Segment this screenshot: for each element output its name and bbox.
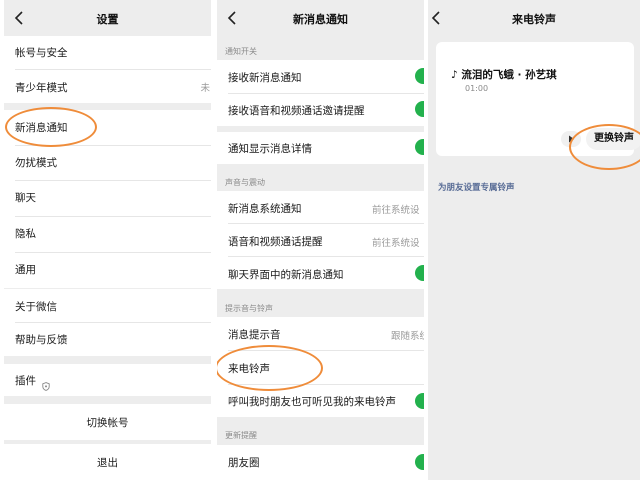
settings-item-label: 聊天 bbox=[15, 192, 36, 204]
switch-account-button[interactable]: 切换帐号 bbox=[4, 415, 211, 430]
updates-group: 朋友圈 bbox=[217, 445, 424, 480]
call-reminder-value: 前往系统设 bbox=[372, 238, 420, 249]
settings-group-about: 关于微信 帮助与反馈 bbox=[4, 289, 211, 356]
row-label: 语音和视频通话提醒 bbox=[228, 236, 323, 248]
message-detail-group: 通知显示消息详情 bbox=[217, 132, 424, 164]
section-label-notification-switch: 通知开关 bbox=[225, 47, 257, 56]
set-friend-ringtone-link[interactable]: 为朋友设置专属铃声 bbox=[438, 181, 515, 193]
ringtone-song-name: ♪ 流泪的飞蛾 · 孙艺琪 bbox=[451, 69, 557, 81]
settings-item-label: 新消息通知 bbox=[15, 122, 68, 134]
chat-in-app-notification-row: 聊天界面中的新消息通知 bbox=[217, 257, 424, 289]
show-message-detail-row: 通知显示消息详情 bbox=[217, 132, 424, 164]
section-label-updates: 更新提醒 bbox=[225, 431, 257, 440]
play-icon bbox=[569, 135, 574, 143]
message-tone-row[interactable]: 消息提示音 跟随系统 bbox=[217, 317, 424, 350]
ringtone-duration: 01:00 bbox=[465, 84, 489, 93]
play-button[interactable] bbox=[561, 131, 581, 147]
ringtone-screen: 来电铃声 ♪ 流泪的飞蛾 · 孙艺琪 01:00 更换铃声 为朋友设置专属铃声 bbox=[428, 0, 640, 480]
row-label: 消息提示音 bbox=[228, 329, 281, 341]
row-label: 接收新消息通知 bbox=[228, 72, 302, 84]
settings-item-general[interactable]: 通用 bbox=[4, 253, 211, 288]
teen-mode-status: 未 bbox=[200, 83, 210, 94]
row-label: 通知显示消息详情 bbox=[228, 143, 312, 155]
row-label: 朋友圈 bbox=[228, 457, 260, 469]
row-label: 接收语音和视频通话邀请提醒 bbox=[228, 105, 365, 117]
settings-item-do-not-disturb[interactable]: 勿扰模式 bbox=[4, 146, 211, 180]
notification-settings-screen: 新消息通知 通知开关 接收新消息通知 接收语音和视频通话邀请提醒 通知显示消息详… bbox=[217, 0, 424, 480]
settings-item-new-message-notification[interactable]: 新消息通知 bbox=[4, 110, 211, 145]
receive-new-message-toggle[interactable] bbox=[415, 68, 424, 84]
settings-group-main: 新消息通知 勿扰模式 聊天 隐私 通用 bbox=[4, 110, 211, 288]
settings-item-teen-mode[interactable]: 青少年模式 未 bbox=[4, 70, 211, 103]
call-reminder-row[interactable]: 语音和视频通话提醒 前往系统设 bbox=[217, 224, 424, 256]
friends-hear-ringtone-row: 呼叫我时朋友也可听见我的来电铃声 bbox=[217, 385, 424, 417]
notification-switch-group: 接收新消息通知 接收语音和视频通话邀请提醒 bbox=[217, 60, 424, 126]
row-label: 新消息系统通知 bbox=[228, 203, 302, 215]
shield-icon bbox=[42, 376, 50, 395]
settings-item-account-security[interactable]: 帐号与安全 bbox=[4, 36, 211, 69]
sound-vibration-group: 新消息系统通知 前往系统设 语音和视频通话提醒 前往系统设 聊天界面中的新消息通… bbox=[217, 191, 424, 289]
switch-account-group: 切换帐号 bbox=[4, 404, 211, 440]
settings-item-label: 勿扰模式 bbox=[15, 157, 57, 169]
settings-item-label: 关于微信 bbox=[15, 301, 57, 313]
call-invite-reminder-toggle[interactable] bbox=[415, 101, 424, 117]
system-notification-value: 前往系统设 bbox=[372, 205, 420, 216]
moments-row: 朋友圈 bbox=[217, 445, 424, 480]
section-label-tones-ringtones: 提示音与铃声 bbox=[225, 304, 273, 313]
section-label-sound-vibration: 声音与震动 bbox=[225, 178, 265, 187]
settings-group-plugins: 插件 bbox=[4, 364, 211, 396]
row-label: 聊天界面中的新消息通知 bbox=[228, 269, 344, 281]
settings-item-chat[interactable]: 聊天 bbox=[4, 181, 211, 216]
current-ringtone-card: ♪ 流泪的飞蛾 · 孙艺琪 01:00 更换铃声 bbox=[436, 42, 640, 156]
logout-group: 退出 bbox=[4, 444, 211, 480]
settings-item-label: 隐私 bbox=[15, 228, 36, 240]
settings-item-label: 插件 bbox=[15, 375, 36, 387]
page-title: 来电铃声 bbox=[512, 13, 556, 26]
settings-item-label: 青少年模式 bbox=[15, 82, 68, 94]
settings-item-privacy[interactable]: 隐私 bbox=[4, 217, 211, 252]
logout-button[interactable]: 退出 bbox=[4, 455, 211, 470]
settings-item-about-wechat[interactable]: 关于微信 bbox=[4, 289, 211, 322]
system-notification-row[interactable]: 新消息系统通知 前往系统设 bbox=[217, 191, 424, 223]
page-title: 设置 bbox=[96, 13, 119, 26]
tones-ringtones-group: 消息提示音 跟随系统 来电铃声 呼叫我时朋友也可听见我的来电铃声 bbox=[217, 317, 424, 417]
show-message-detail-toggle[interactable] bbox=[415, 139, 424, 155]
ringtone-navbar: 来电铃声 bbox=[428, 0, 640, 38]
message-tone-value: 跟随系统 bbox=[391, 331, 424, 342]
page-title: 新消息通知 bbox=[293, 13, 348, 26]
settings-item-help-feedback[interactable]: 帮助与反馈 bbox=[4, 323, 211, 356]
chat-in-app-notification-toggle[interactable] bbox=[415, 265, 424, 281]
notification-navbar: 新消息通知 bbox=[217, 0, 424, 38]
change-ringtone-button[interactable]: 更换铃声 bbox=[586, 128, 640, 150]
row-label: 呼叫我时朋友也可听见我的来电铃声 bbox=[228, 396, 396, 408]
call-invite-reminder-row: 接收语音和视频通话邀请提醒 bbox=[217, 94, 424, 126]
settings-item-plugins[interactable]: 插件 bbox=[4, 364, 211, 396]
receive-new-message-row: 接收新消息通知 bbox=[217, 60, 424, 93]
incoming-call-ringtone-row[interactable]: 来电铃声 bbox=[217, 351, 424, 384]
settings-group-account: 帐号与安全 青少年模式 未 bbox=[4, 36, 211, 103]
settings-navbar: 设置 bbox=[4, 0, 211, 38]
settings-item-label: 通用 bbox=[15, 264, 36, 276]
settings-item-label: 帐号与安全 bbox=[15, 47, 68, 59]
row-label: 来电铃声 bbox=[228, 363, 270, 375]
settings-item-label: 帮助与反馈 bbox=[15, 334, 68, 346]
moments-toggle[interactable] bbox=[415, 454, 424, 470]
settings-screen: 设置 帐号与安全 青少年模式 未 新消息通知 勿扰模式 聊天 隐私 通用 关于微… bbox=[4, 0, 211, 480]
friends-hear-ringtone-toggle[interactable] bbox=[415, 393, 424, 409]
